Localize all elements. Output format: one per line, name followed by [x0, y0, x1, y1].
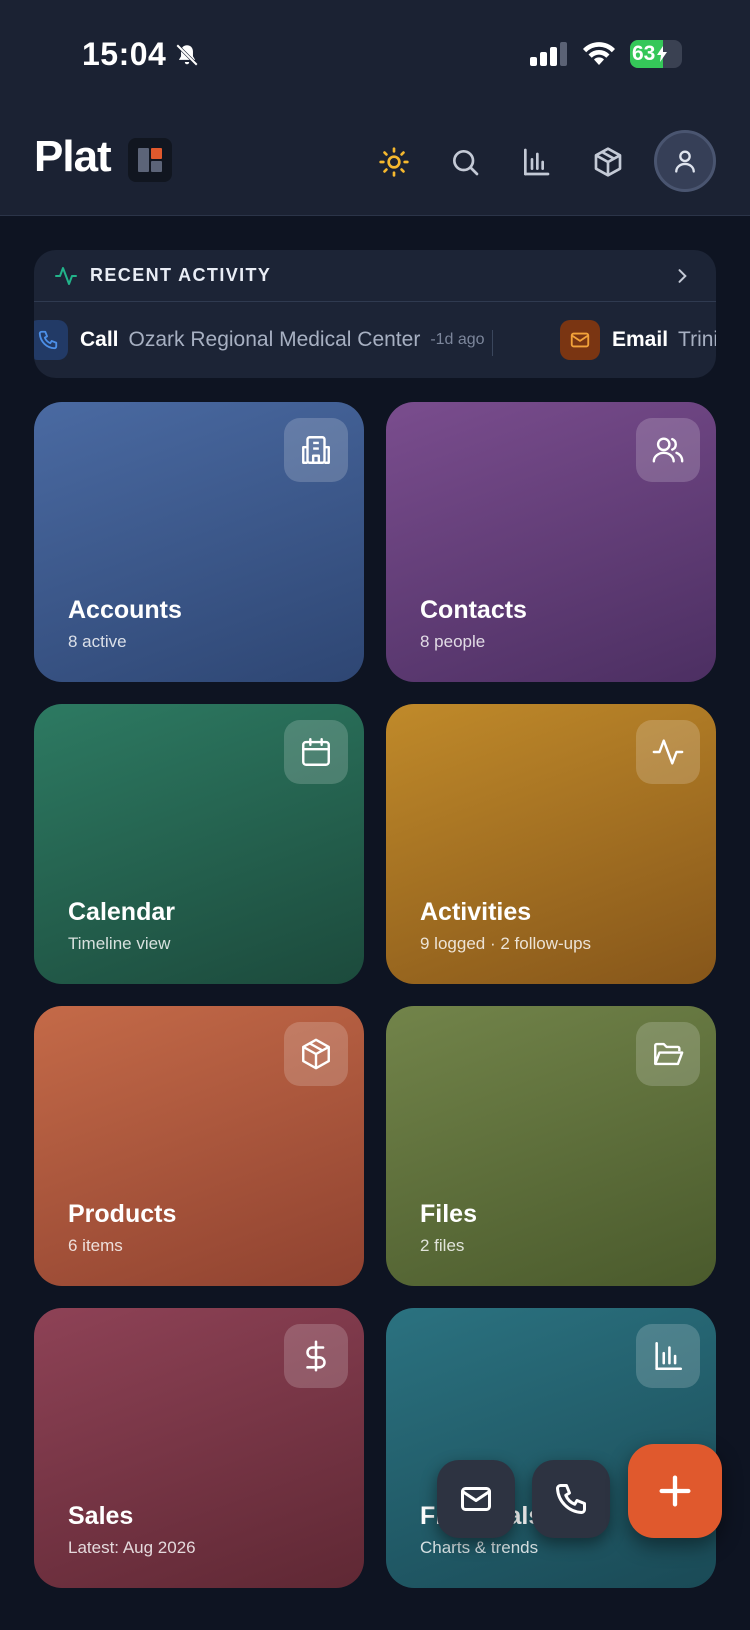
recent-activity-header[interactable]: RECENT ACTIVITY [34, 250, 716, 302]
tile-calendar[interactable]: Calendar Timeline view [34, 704, 364, 984]
tile-products[interactable]: Products 6 items [34, 1006, 364, 1286]
bar-chart-icon[interactable] [520, 146, 552, 178]
calendar-icon [284, 720, 348, 784]
status-icons: 63 [530, 40, 682, 68]
status-bar: 15:04 63 [0, 0, 750, 110]
box-icon [284, 1022, 348, 1086]
activity-divider [492, 330, 493, 356]
mail-icon [560, 320, 600, 360]
activity-item[interactable]: Email Trinit [560, 320, 716, 360]
folder-icon [636, 1022, 700, 1086]
tile-sales[interactable]: Sales Latest: Aug 2026 [34, 1308, 364, 1588]
dollar-icon [284, 1324, 348, 1388]
email-fab-button[interactable] [437, 1460, 515, 1538]
tile-subtitle: Timeline view [68, 934, 171, 953]
tile-title: Calendar [68, 898, 175, 926]
tile-subtitle: 2 files [420, 1236, 465, 1255]
tile-subtitle: Latest: Aug 2026 [68, 1538, 196, 1557]
add-fab-button[interactable] [628, 1444, 722, 1538]
top-bar: 15:04 63 Plat [0, 0, 750, 216]
activity-type: Call [80, 328, 119, 351]
phone-icon [556, 1484, 586, 1514]
chevron-right-icon[interactable] [672, 266, 692, 286]
building-icon [284, 418, 348, 482]
battery-indicator: 63 [630, 40, 682, 68]
tile-subtitle: 8 active [68, 632, 127, 651]
tile-accounts[interactable]: Accounts 8 active [34, 402, 364, 682]
tile-subtitle: 6 items [68, 1236, 123, 1255]
activity-time: -1d ago [430, 331, 485, 348]
activity-name: Trinit [678, 328, 716, 351]
tile-title: Sales [68, 1502, 134, 1530]
charging-bolt-icon [657, 46, 668, 62]
plus-icon [659, 1475, 691, 1507]
status-time: 15:04 [82, 36, 200, 73]
app-logo-icon [128, 138, 172, 182]
activity-item[interactable]: Call Ozark Regional Medical Center -1d a… [34, 320, 485, 360]
signal-icon [530, 42, 568, 66]
bar-chart-icon [636, 1324, 700, 1388]
battery-text: 63 [632, 42, 656, 65]
tile-title: Products [68, 1200, 177, 1228]
recent-activity-list[interactable]: Call Ozark Regional Medical Center -1d a… [34, 302, 716, 378]
users-icon [636, 418, 700, 482]
app-logo-text: Plat [34, 132, 112, 181]
call-fab-button[interactable] [532, 1460, 610, 1538]
activity-icon [636, 720, 700, 784]
wifi-icon [582, 41, 616, 67]
sun-icon[interactable] [378, 146, 410, 178]
activity-type: Email [612, 328, 669, 351]
tile-title: Files [420, 1200, 477, 1228]
profile-button[interactable] [654, 130, 716, 192]
tile-subtitle: Charts & trends [420, 1538, 539, 1557]
tile-files[interactable]: Files 2 files [386, 1006, 716, 1286]
activity-icon [55, 266, 77, 285]
tile-subtitle: 9 logged · 2 follow-ups [420, 934, 592, 953]
recent-activity-title: RECENT ACTIVITY [90, 265, 272, 285]
user-icon [675, 150, 695, 173]
box-icon[interactable] [592, 146, 624, 178]
tile-subtitle: 8 people [420, 632, 486, 651]
mail-icon [461, 1487, 491, 1511]
activity-name: Ozark Regional Medical Center [128, 328, 421, 351]
tile-activities[interactable]: Activities 9 logged · 2 follow-ups [386, 704, 716, 984]
time-text: 15:04 [82, 36, 167, 72]
phone-icon [34, 320, 68, 360]
search-icon[interactable] [449, 146, 481, 178]
tile-contacts[interactable]: Contacts 8 people [386, 402, 716, 682]
tile-title: Activities [420, 898, 532, 926]
bell-off-icon [174, 42, 200, 68]
recent-activity-card[interactable]: RECENT ACTIVITY Call Ozark Regional Medi… [34, 250, 716, 378]
tile-title: Accounts [68, 596, 182, 624]
app-header: Plat [0, 128, 750, 192]
tile-title: Contacts [420, 596, 527, 624]
